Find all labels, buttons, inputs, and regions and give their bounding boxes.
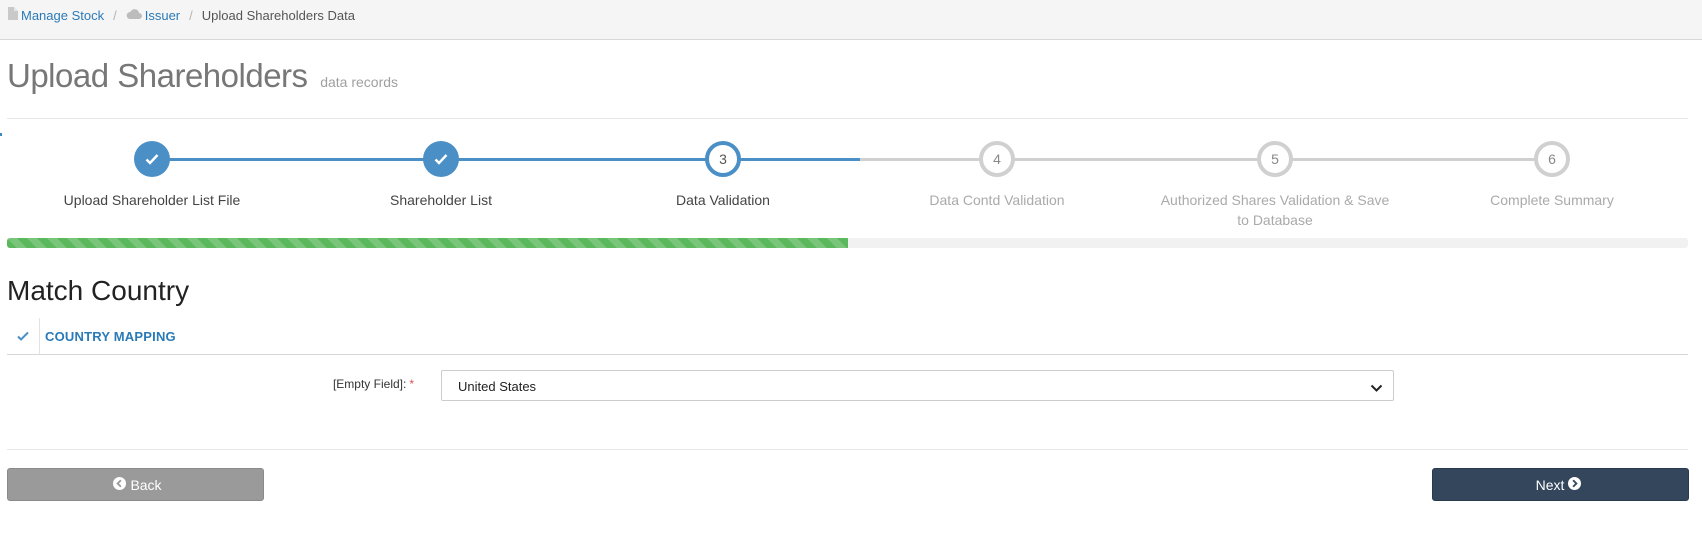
step-3[interactable]: 3 Data Validation (583, 141, 863, 210)
document-icon (7, 7, 18, 23)
top-bar: Manage Stock / Issuer / Upload Sharehold… (0, 0, 1702, 40)
step-5[interactable]: 5 Authorized Shares Validation & Save to… (1135, 141, 1415, 230)
step-label: Authorized Shares Validation & Save to D… (1160, 192, 1390, 228)
step-number: 5 (1257, 141, 1293, 177)
progress-bar (7, 238, 1688, 248)
back-button[interactable]: Back (7, 468, 264, 501)
chevron-down-icon (1370, 380, 1383, 398)
next-button-label: Next (1535, 476, 1565, 493)
step-1[interactable]: Upload Shareholder List File (12, 141, 292, 210)
country-mapping-label: COUNTRY MAPPING (45, 329, 176, 344)
step-number: 3 (705, 141, 741, 177)
cloud-icon (126, 8, 142, 23)
step-label: Data Validation (676, 192, 770, 208)
field-label-text: [Empty Field]: (332, 377, 407, 391)
wizard-stepper: Upload Shareholder List File Shareholder… (0, 125, 1702, 228)
breadcrumb-current: Upload Shareholders Data (201, 7, 355, 23)
page-title: Upload Shareholders data records (7, 57, 398, 95)
arrow-right-circle-icon (1564, 476, 1585, 493)
arrow-left-circle-icon (109, 476, 130, 493)
step-label: Complete Summary (1490, 192, 1614, 208)
step-label: Upload Shareholder List File (63, 192, 241, 208)
check-icon (7, 318, 40, 354)
step-number: 4 (979, 141, 1015, 177)
page-subtitle: data records (320, 74, 399, 90)
page-title-text: Upload Shareholders (7, 57, 308, 94)
step-4[interactable]: 4 Data Contd Validation (857, 141, 1137, 210)
step-label: Data Contd Validation (929, 192, 1065, 208)
check-icon (423, 141, 459, 177)
breadcrumb-issuer[interactable]: Issuer (145, 8, 180, 23)
breadcrumb-separator: / (113, 7, 117, 23)
divider (7, 449, 1688, 450)
check-icon (134, 141, 170, 177)
section-title: Match Country (7, 275, 190, 306)
required-mark: * (409, 377, 414, 391)
step-6[interactable]: 6 Complete Summary (1412, 141, 1692, 210)
country-mapping-tab[interactable]: COUNTRY MAPPING (7, 318, 1688, 355)
breadcrumb: Manage Stock / Issuer / Upload Sharehold… (7, 7, 355, 23)
country-select[interactable]: United States (441, 370, 1394, 401)
next-button[interactable]: Next (1432, 468, 1689, 501)
divider (7, 118, 1688, 119)
country-select-value: United States (458, 379, 537, 394)
back-button-label: Back (130, 476, 162, 493)
step-2[interactable]: Shareholder List (301, 141, 581, 210)
step-number: 6 (1534, 141, 1570, 177)
empty-field-label: [Empty Field]: * (300, 377, 414, 391)
step-label: Shareholder List (390, 192, 492, 208)
progress-fill (7, 238, 848, 248)
breadcrumb-manage-stock[interactable]: Manage Stock (21, 8, 104, 23)
breadcrumb-separator: / (189, 7, 193, 23)
